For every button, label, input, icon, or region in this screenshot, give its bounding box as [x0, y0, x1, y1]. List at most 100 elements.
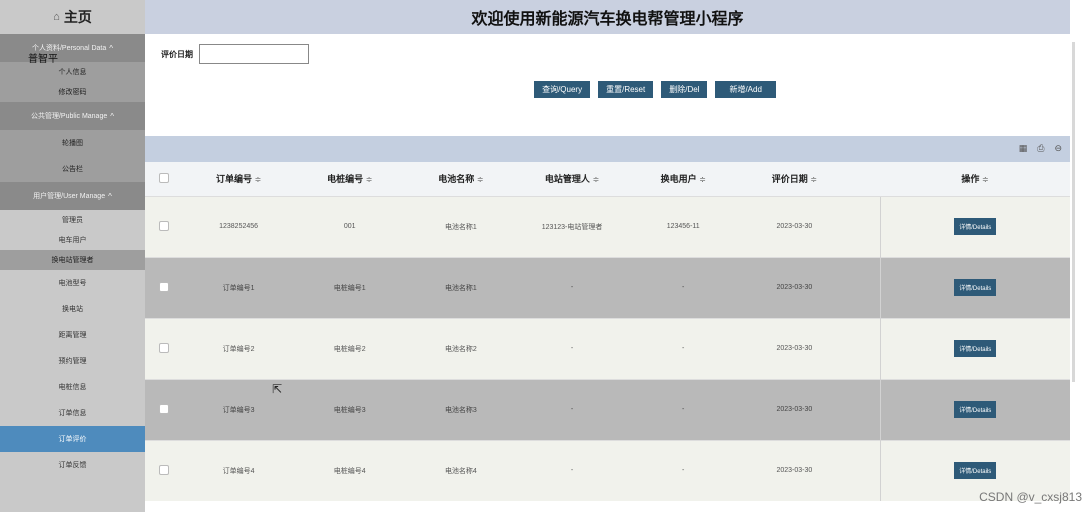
scrollbar-thumb[interactable] — [1072, 42, 1075, 382]
sidebar-item-station[interactable]: 换电站 — [0, 296, 145, 322]
cell-actions: 详情/Details — [879, 195, 1070, 257]
grid-icon[interactable]: ▦ — [1019, 143, 1028, 154]
search-bar: 评价日期 — [145, 34, 1070, 74]
sidebar-group-users[interactable]: 用户管理/User Manage ^ — [0, 182, 145, 210]
cell-station-manager: - — [516, 317, 628, 379]
cell-actions: 详情/Details — [879, 256, 1070, 318]
sidebar-group-personal[interactable]: 个人资料/Personal Data ^ — [0, 34, 145, 62]
sidebar-item-carousel[interactable]: 轮播图 — [0, 130, 145, 156]
review-date-input[interactable] — [199, 44, 309, 64]
cell-order-no: 订单编号4 — [183, 439, 295, 501]
col-pile-no[interactable]: 电桩编号 ≑ — [294, 162, 406, 196]
col-review-date[interactable]: 评价日期 ≑ — [738, 162, 850, 196]
reset-button[interactable]: 重置/Reset — [598, 80, 654, 98]
details-button[interactable]: 详情/Details — [954, 279, 997, 296]
col-spacer — [850, 162, 880, 196]
search-label: 评价日期 — [161, 49, 193, 59]
export-icon[interactable]: ⊖ — [1054, 143, 1062, 154]
cell-battery-name: 电池名称2 — [405, 317, 517, 379]
sidebar-group-public[interactable]: 公共管理/Public Manage ^ — [0, 102, 145, 130]
cell-swap-user: 123456-11 — [627, 195, 739, 257]
row-checkbox[interactable] — [145, 439, 183, 501]
overlay-text: 普智平 — [28, 54, 58, 65]
sidebar-item-order-review[interactable]: 订单评价 — [0, 426, 145, 452]
table-toolbar: ▦ ⎙ ⊖ — [145, 136, 1070, 162]
add-button[interactable]: 新增/Add — [715, 80, 776, 98]
action-buttons: 查询/Query 重置/Reset 删除/Del 新增/Add — [145, 74, 1070, 104]
watermark: CSDN @v_cxsj813 — [979, 490, 1082, 504]
query-button[interactable]: 查询/Query — [534, 80, 591, 98]
chevron-up-icon: ^ — [108, 191, 112, 201]
col-actions[interactable]: 操作 ≑ — [880, 162, 1070, 196]
sidebar-item-order-info[interactable]: 订单信息 — [0, 400, 145, 426]
sidebar-home[interactable]: ⌂ 主页 — [0, 0, 145, 34]
cell-review-date: 2023-03-30 — [738, 439, 850, 501]
cell-actions: 详情/Details — [879, 378, 1070, 440]
cell-order-no: 1238252456 — [183, 195, 295, 257]
details-button[interactable]: 详情/Details — [954, 218, 997, 235]
cell-pile-no: 电桩编号3 — [294, 378, 406, 440]
sort-icon: ≑ — [592, 175, 600, 185]
print-icon[interactable]: ⎙ — [1037, 143, 1044, 154]
cell-battery-name: 电池名称3 — [405, 378, 517, 440]
cell-swap-user: - — [627, 317, 739, 379]
cell-pile-no: 电桩编号2 — [294, 317, 406, 379]
cell-swap-user: - — [627, 439, 739, 501]
row-checkbox[interactable] — [145, 256, 183, 318]
table-row: 订单编号1 电桩编号1 电池名称1 - - 2023-03-30 详情/Deta… — [145, 256, 1070, 318]
cell-review-date: 2023-03-30 — [738, 317, 850, 379]
sidebar-item-station-managers[interactable]: 换电站管理者 — [0, 250, 145, 270]
details-button[interactable]: 详情/Details — [954, 340, 997, 357]
group-label: 公共管理/Public Manage — [30, 113, 108, 120]
delete-button[interactable]: 删除/Del — [661, 80, 708, 98]
sort-icon: ≑ — [810, 175, 817, 185]
details-button[interactable]: 详情/Details — [954, 462, 997, 480]
cell-battery-name: 电池名称4 — [405, 439, 517, 501]
cell-review-date: 2023-03-30 — [738, 195, 850, 257]
chevron-up-icon: ^ — [110, 111, 115, 121]
select-all-checkbox[interactable] — [145, 162, 183, 196]
main-content: 欢迎使用新能源汽车换电帮管理小程序 评价日期 查询/Query 重置/Reset… — [145, 0, 1070, 512]
row-checkbox[interactable] — [145, 195, 183, 257]
row-checkbox[interactable] — [145, 317, 183, 379]
sidebar: ⌂ 主页 个人资料/Personal Data ^ 个人信息 修改密码 普智平 … — [0, 0, 145, 512]
cell-swap-user: - — [627, 378, 739, 440]
sort-icon: ≑ — [254, 175, 262, 185]
cell-review-date: 2023-03-30 — [738, 256, 850, 318]
page-title: 欢迎使用新能源汽车换电帮管理小程序 — [145, 0, 1070, 34]
sidebar-item-admin[interactable]: 管理员 — [0, 210, 145, 230]
cell-actions: 详情/Details — [879, 317, 1070, 379]
sidebar-item-order-feedback[interactable]: 订单反馈 — [0, 452, 145, 478]
col-swap-user[interactable]: 换电用户 ≑ — [627, 162, 739, 196]
cell-station-manager: - — [516, 256, 628, 318]
cell-swap-user: - — [627, 256, 739, 318]
sort-icon: ≑ — [476, 175, 484, 185]
cell-battery-name: 电池名称1 — [405, 195, 517, 257]
col-battery-name[interactable]: 电池名称 ≑ — [405, 162, 517, 196]
home-icon: ⌂ — [53, 11, 60, 23]
table-row: 订单编号2 电桩编号2 电池名称2 - - 2023-03-30 详情/Deta… — [145, 317, 1070, 379]
app-window: ⌂ 主页 个人资料/Personal Data ^ 个人信息 修改密码 普智平 … — [0, 0, 1088, 512]
cell-pile-no: 电桩编号4 — [294, 439, 406, 501]
sidebar-item-distance[interactable]: 距离管理 — [0, 322, 145, 348]
sort-icon: ≑ — [981, 175, 989, 185]
details-button[interactable]: 详情/Details — [954, 401, 997, 418]
cell-review-date: 2023-03-30 — [738, 378, 850, 440]
row-checkbox[interactable] — [145, 378, 183, 440]
col-order-no[interactable]: 订单编号 ≑ — [183, 162, 295, 196]
vertical-scrollbar[interactable] — [1070, 34, 1088, 512]
sidebar-item-notice[interactable]: 公告栏 — [0, 156, 145, 182]
col-station-manager[interactable]: 电站管理人 ≑ — [516, 162, 628, 196]
home-label: 主页 — [63, 9, 92, 25]
cell-order-no: 订单编号1 — [183, 256, 295, 318]
cell-station-manager: - — [516, 439, 628, 501]
sidebar-item-pile-info[interactable]: 电桩信息 — [0, 374, 145, 400]
sidebar-item-booking[interactable]: 预约管理 — [0, 348, 145, 374]
table-row: 订单编号4 电桩编号4 电池名称4 - - 2023-03-30 详情/Deta… — [145, 439, 1070, 501]
sidebar-item-battery-model[interactable]: 电池型号 — [0, 270, 145, 296]
sidebar-item-profile[interactable]: 个人信息 — [0, 62, 145, 82]
cell-order-no: 订单编号2 — [183, 317, 295, 379]
sidebar-item-password[interactable]: 修改密码 — [0, 82, 145, 102]
table-row: 订单编号3 电桩编号3 电池名称3 - - 2023-03-30 详情/Deta… — [145, 378, 1070, 440]
sidebar-item-car-users[interactable]: 电车用户 — [0, 230, 145, 250]
